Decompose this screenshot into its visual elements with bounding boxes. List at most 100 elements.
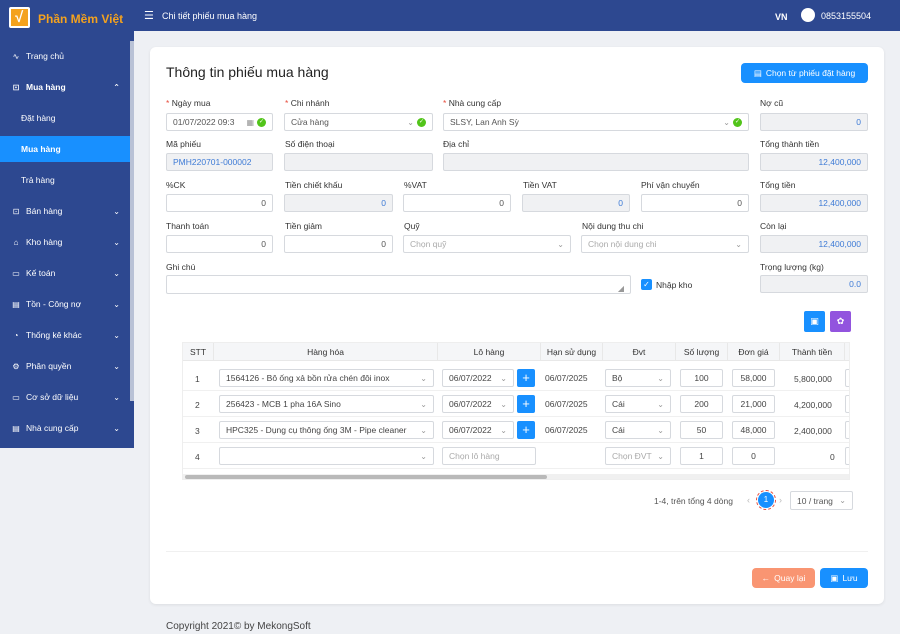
sidebar-item-dat-hang[interactable]: Đặt hàng — [0, 105, 130, 131]
product-select[interactable]: 256423 - MCB 1 pha 16A Sino ⌄ — [219, 395, 434, 413]
table-horizontal-scrollbar[interactable] — [183, 474, 849, 479]
page-title: Thông tin phiếu mua hàng — [166, 64, 329, 80]
unit-select[interactable]: Bộ ⌄ — [605, 369, 671, 387]
unit-select[interactable]: Chọn ĐVT ⌄ — [605, 447, 671, 465]
voucher-code-label: Mã phiếu — [166, 139, 201, 149]
note-label: Ghi chú — [166, 262, 196, 272]
prev-page-icon[interactable]: ‹ — [747, 495, 750, 505]
note-textarea[interactable]: ◢ — [166, 275, 631, 294]
sidebar-item-ke-toan[interactable]: ▭ Kế toán ⌄ — [0, 260, 130, 286]
weight-field: 0.0 — [760, 275, 868, 293]
extra-cell[interactable] — [845, 421, 849, 439]
product-select[interactable]: HPC325 - Dụng cụ thông ống 3M - Pipe cle… — [219, 421, 434, 439]
purchase-date-input[interactable]: 01/07/2022 09:3 ▦ ✓ — [166, 113, 273, 131]
reduction-input[interactable]: 0 — [284, 235, 393, 253]
sidebar-item-nha-cung-cap[interactable]: ▤ Nhà cung cấp ⌄ — [0, 415, 130, 441]
page-size-select[interactable]: 10 / trang ⌄ — [790, 491, 853, 510]
chevron-down-icon: ⌄ — [500, 425, 507, 435]
user-phone[interactable]: 0853155504 — [821, 11, 871, 21]
sidebar-item-ban-hang[interactable]: ⊡ Bán hàng ⌄ — [0, 198, 130, 224]
extra-cell[interactable] — [845, 447, 849, 465]
sidebar-item-co-so-du-lieu[interactable]: ▭ Cơ sở dữ liệu ⌄ — [0, 384, 130, 410]
quantity-input[interactable]: 1 — [680, 447, 723, 465]
extra-cell[interactable] — [845, 395, 849, 413]
save-button-label: Lưu — [842, 573, 858, 583]
quantity-input[interactable]: 100 — [680, 369, 723, 387]
column-settings-button[interactable]: ▣ — [804, 311, 825, 332]
payment-input[interactable]: 0 — [166, 235, 273, 253]
price-value: 0 — [751, 451, 756, 461]
sidebar-item-trang-chu[interactable]: ∿ Trang chủ — [0, 43, 130, 69]
line-total: 2,400,000 — [794, 426, 832, 436]
add-lot-button[interactable]: + — [517, 395, 535, 413]
lot-select[interactable]: 06/07/2022 ⌄ — [442, 369, 514, 387]
vat-percent-input[interactable]: 0 — [403, 194, 511, 212]
quantity-value: 50 — [696, 425, 707, 435]
logo[interactable]: √ — [9, 7, 30, 28]
product-value: 256423 - MCB 1 pha 16A Sino — [226, 399, 341, 409]
sidebar-item-ton-cong-no[interactable]: ▤ Tồn - Công nợ ⌄ — [0, 291, 130, 317]
quantity-input[interactable]: 50 — [680, 421, 723, 439]
expense-content-placeholder: Chọn nội dung chi — [588, 239, 657, 249]
lot-select[interactable]: 06/07/2022 ⌄ — [442, 421, 514, 439]
sidebar-item-kho-hang[interactable]: ⌂ Kho hàng ⌄ — [0, 229, 130, 255]
calendar-icon: ▦ — [246, 117, 254, 127]
discount-percent-input[interactable]: 0 — [166, 194, 273, 212]
vat-amount-value: 0 — [618, 198, 623, 208]
unit-value: Bộ — [612, 373, 623, 383]
sidebar-item-mua-hang[interactable]: ⊡ Mua hàng ⌃ — [0, 74, 130, 100]
price-input[interactable]: 48,000 — [732, 421, 775, 439]
lot-select[interactable]: Chọn lô hàng — [442, 447, 536, 465]
sidebar-item-tra-hang[interactable]: Trả hàng — [0, 167, 130, 193]
products-table: STT Hàng hóa Lô hàng Hạn sử dụng Đvt Số … — [182, 342, 850, 480]
save-button[interactable]: ▣ Lưu — [820, 568, 868, 588]
product-select[interactable]: 1564126 - Bô ống xả bồn rửa chén đôi ino… — [219, 369, 434, 387]
price-input[interactable]: 0 — [732, 447, 775, 465]
next-page-icon[interactable]: › — [779, 495, 782, 505]
unit-select[interactable]: Cái ⌄ — [605, 421, 671, 439]
settings-button[interactable]: ✿ — [830, 311, 851, 332]
voucher-code-field: PMH220701-000002 — [166, 153, 273, 171]
sidebar-item-thong-ke-khac[interactable]: ◔ Thống kê khác ⌄ — [0, 322, 130, 348]
sidebar-item-phan-quyen[interactable]: ⚙ Phân quyền ⌄ — [0, 353, 130, 379]
vat-amount-label: Tiền VAT — [523, 180, 557, 190]
fund-select[interactable]: Chọn quỹ ⌄ — [403, 235, 571, 253]
supplier-select[interactable]: SLSY, Lan Anh Sỳ ⌄ ✓ — [443, 113, 749, 131]
product-select[interactable]: ⌄ — [219, 447, 434, 465]
supplier-icon: ▤ — [12, 423, 20, 433]
back-button[interactable]: ← Quay lại — [752, 568, 815, 588]
expense-content-select[interactable]: Chọn nội dung chi ⌄ — [581, 235, 749, 253]
grid-icon: ▣ — [810, 316, 819, 326]
extra-cell[interactable] — [845, 369, 849, 387]
price-input[interactable]: 58,000 — [732, 369, 775, 387]
sidebar-scrollbar[interactable] — [130, 41, 134, 401]
menu-toggle-icon[interactable]: ☰ — [144, 9, 154, 22]
reduction-value: 0 — [381, 239, 386, 249]
choose-from-order-button[interactable]: ▤ Chọn từ phiếu đặt hàng — [741, 63, 868, 83]
avatar[interactable] — [801, 8, 815, 22]
lot-value: 06/07/2022 — [449, 399, 492, 409]
line-total: 5,800,000 — [794, 374, 832, 384]
shipping-fee-input[interactable]: 0 — [641, 194, 749, 212]
scrollbar-thumb[interactable] — [185, 475, 547, 479]
supplier-label: * Nhà cung cấp — [443, 98, 501, 108]
branch-select[interactable]: Cửa hàng ⌄ ✓ — [284, 113, 433, 131]
lot-select[interactable]: 06/07/2022 ⌄ — [442, 395, 514, 413]
divider — [166, 551, 868, 552]
resize-handle-icon[interactable]: ◢ — [618, 284, 624, 293]
sidebar-item-mua-hang-sub[interactable]: Mua hàng — [0, 136, 130, 162]
unit-select[interactable]: Cái ⌄ — [605, 395, 671, 413]
add-lot-button[interactable]: + — [517, 421, 535, 439]
add-lot-button[interactable]: + — [517, 369, 535, 387]
language-switcher[interactable]: VN — [775, 12, 788, 22]
gear-icon: ✿ — [836, 316, 845, 326]
quantity-input[interactable]: 200 — [680, 395, 723, 413]
col-header-unit: Đvt — [603, 343, 676, 361]
vat-amount-field: 0 — [522, 194, 630, 212]
price-input[interactable]: 21,000 — [732, 395, 775, 413]
quantity-value: 100 — [694, 373, 709, 383]
import-stock-checkbox[interactable]: ✓ — [641, 279, 652, 290]
sidebar: ∿ Trang chủ ⊡ Mua hàng ⌃ Đặt hàng Mua hàng … — [0, 31, 134, 448]
discount-amount-field: 0 — [284, 194, 393, 212]
page-button-current[interactable]: 1 — [756, 490, 776, 510]
